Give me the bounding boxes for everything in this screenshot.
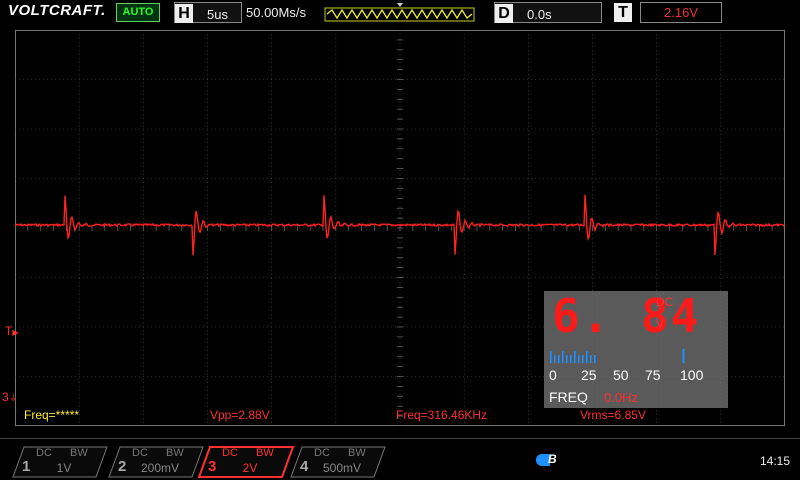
scale-label-75: 75 xyxy=(645,367,661,383)
channel-tab-2[interactable]: 2 DC BW 200mV xyxy=(108,446,204,478)
top-status-bar: VOLTCRAFT. AUTO H 5us 50.00Ms/s D 0.0s T… xyxy=(0,0,800,24)
usb-label: B xyxy=(548,452,557,466)
channel-number: 2 xyxy=(118,458,127,475)
scale-label-25: 25 xyxy=(581,367,597,383)
measure-vrms: Vrms=6.85V xyxy=(580,408,646,422)
channel-coupling: DC xyxy=(36,447,52,459)
channel-number: 4 xyxy=(300,458,309,475)
ch3-ground-marker-label: 3 xyxy=(2,390,9,404)
channel-coupling: DC xyxy=(314,447,330,459)
measure-vpp: Vpp=2.88V xyxy=(210,408,270,422)
measure-freq: Freq=316.46KHz xyxy=(396,408,488,422)
channel-scale: 200mV xyxy=(140,461,180,475)
trigger-letter: T xyxy=(614,3,632,22)
channel-bw: BW xyxy=(256,447,274,459)
channel-tab-1[interactable]: 1 DC BW 1V xyxy=(12,446,108,478)
meter-reading: 6. 84 xyxy=(552,289,701,343)
digital-multimeter-panel: 6. 84 DC V 0 25 50 75 100 FREQ 0.0Hz xyxy=(544,289,728,408)
scale-label-50: 50 xyxy=(613,367,629,383)
timebase-value: 5us xyxy=(207,7,228,22)
scale-label-100: 100 xyxy=(680,367,704,383)
delay-letter: D xyxy=(495,4,513,23)
channel-bw: BW xyxy=(348,447,366,459)
meter-coupling: DC xyxy=(656,295,674,309)
sample-rate: 50.00Ms/s xyxy=(246,5,306,20)
trigger-level-marker[interactable]: T▶ xyxy=(5,324,19,338)
scale-label-0: 0 xyxy=(549,367,557,383)
channel-coupling: DC xyxy=(132,447,148,459)
trigger-mode-badge[interactable]: AUTO xyxy=(116,3,160,22)
ch3-ground-marker[interactable]: 3⏚ xyxy=(2,390,18,404)
timebase-box[interactable]: H 5us xyxy=(174,2,242,23)
meter-mode-value: 0.0Hz xyxy=(604,390,638,405)
channel-bw: BW xyxy=(70,447,88,459)
channel-coupling: DC xyxy=(222,447,238,459)
channel-number: 3 xyxy=(208,458,217,475)
meter-bar-scale xyxy=(550,349,685,363)
clock: 14:15 xyxy=(760,454,791,468)
channel-scale: 2V xyxy=(242,461,258,475)
channel-scale: 1V xyxy=(56,461,72,475)
marker-arrow-icon: ▶ xyxy=(12,328,19,337)
brand-logo: VOLTCRAFT. xyxy=(8,2,106,19)
channel-tab-3[interactable]: 3 DC BW 2V xyxy=(198,446,294,478)
meter-unit: V xyxy=(656,317,665,331)
meter-level-indicator xyxy=(682,349,685,363)
waveform-overview[interactable] xyxy=(324,3,476,22)
trigger-box[interactable]: T xyxy=(614,2,632,22)
channel-scale: 500mV xyxy=(322,461,362,475)
timebase-letter: H xyxy=(175,4,193,23)
bottom-divider xyxy=(0,438,800,439)
meter-mode-label: FREQ xyxy=(549,389,588,405)
ground-icon: ⏚ xyxy=(8,393,18,403)
delay-box[interactable]: D 0.0s xyxy=(494,2,602,23)
trigger-level-value[interactable]: 2.16V xyxy=(640,2,722,23)
channel-number: 1 xyxy=(22,458,31,475)
delay-value: 0.0s xyxy=(527,7,552,22)
usb-status: B xyxy=(536,452,558,468)
channel-tab-4[interactable]: 4 DC BW 500mV xyxy=(290,446,386,478)
measure-freq-ch1: Freq=***** xyxy=(24,408,80,422)
channel-bw: BW xyxy=(166,447,184,459)
